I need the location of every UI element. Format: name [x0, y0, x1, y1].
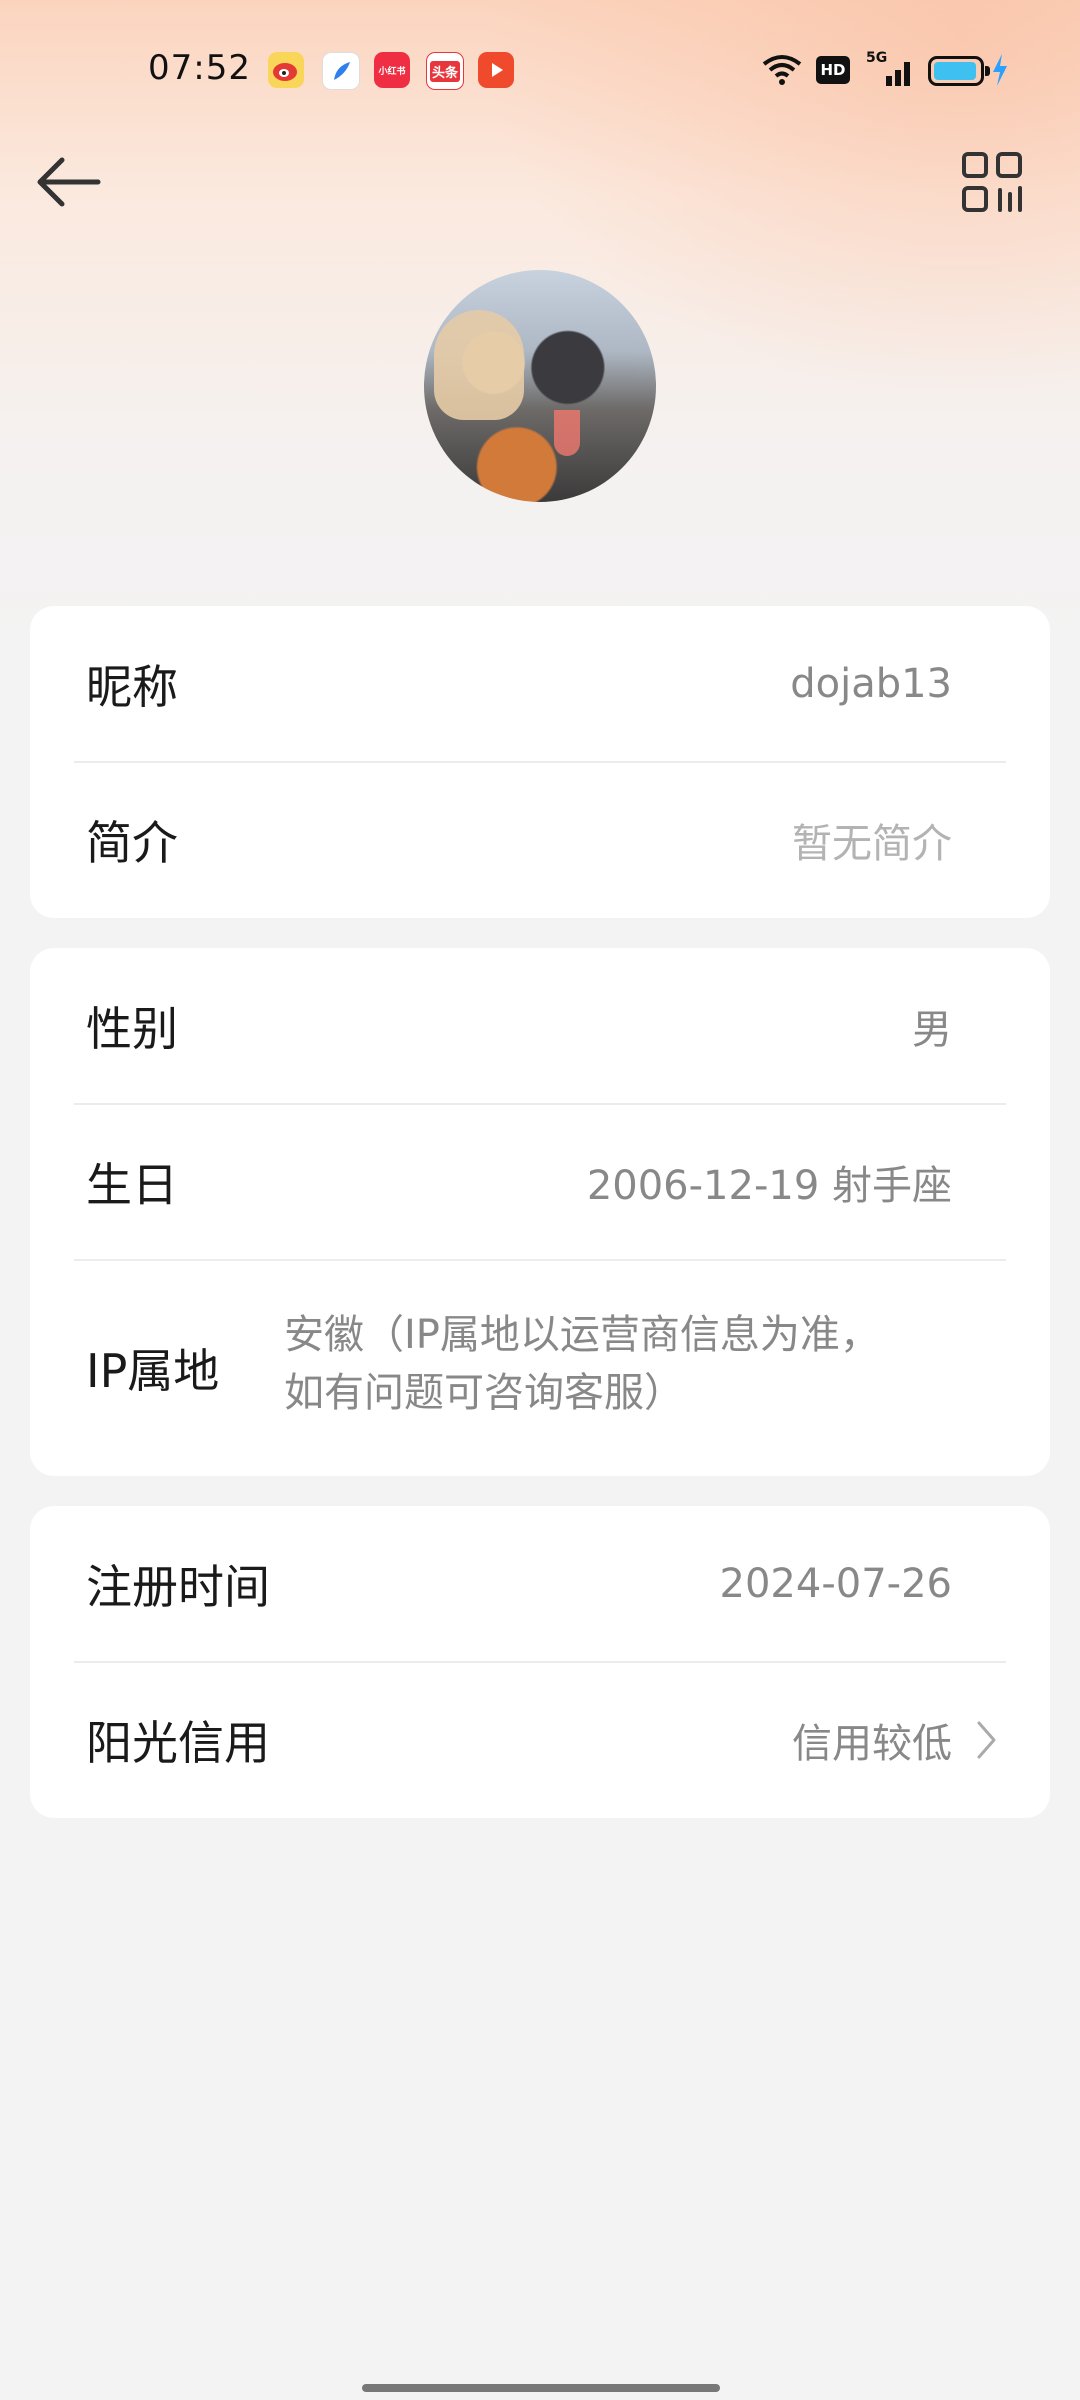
register-time-value: 2024-07-26 — [719, 1561, 952, 1607]
avatar[interactable] — [424, 270, 656, 502]
hd-icon: HD — [816, 56, 850, 84]
sunshine-credit-value: 信用较低 — [792, 1721, 952, 1767]
sunshine-credit-row[interactable]: 阳光信用 信用较低 — [30, 1662, 1050, 1818]
profile-card-basic: 昵称 dojab13 简介 暂无简介 — [30, 606, 1050, 918]
birthday-row[interactable]: 生日 2006-12-19 射手座 — [30, 1104, 1050, 1260]
nickname-value: dojab13 — [790, 661, 952, 707]
ip-location-label: IP属地 — [86, 1344, 220, 1398]
bio-value: 暂无简介 — [792, 821, 952, 867]
gender-row[interactable]: 性别 男 — [30, 948, 1050, 1104]
gender-label: 性别 — [86, 1002, 178, 1056]
network-type: 5G — [866, 50, 888, 66]
wifi-icon — [762, 55, 802, 85]
feather-app-icon — [322, 52, 360, 90]
gender-value: 男 — [912, 1007, 952, 1053]
xiaohongshu-icon: 小红书 — [374, 52, 410, 88]
chevron-right-icon — [977, 1721, 996, 1759]
xiaohongshu-text: 小红书 — [378, 66, 406, 77]
profile-card-account: 注册时间 2024-07-26 阳光信用 信用较低 — [30, 1506, 1050, 1818]
hd-text: HD — [820, 61, 846, 79]
status-time: 07:52 — [148, 48, 251, 88]
home-indicator[interactable] — [362, 2384, 720, 2392]
qr-code-icon — [962, 152, 1022, 212]
sunshine-credit-label: 阳光信用 — [86, 1716, 270, 1770]
charging-bolt-icon — [993, 54, 1007, 86]
bio-label: 简介 — [86, 816, 178, 870]
nickname-label: 昵称 — [86, 660, 178, 714]
register-time-label: 注册时间 — [86, 1560, 270, 1614]
video-play-icon — [478, 52, 514, 88]
avatar-photo-detail — [434, 310, 524, 420]
ip-location-value: 安徽（IP属地以运营商信息为准， 如有问题可咨询客服） — [284, 1306, 964, 1422]
battery-icon — [928, 56, 990, 86]
status-bar: 07:52 小红书 头条 HD 5G — [0, 0, 1080, 140]
cellular-signal-icon: 5G — [864, 50, 914, 90]
toutiao-text: 头条 — [429, 60, 460, 82]
nickname-row[interactable]: 昵称 dojab13 — [30, 606, 1050, 762]
toutiao-icon: 头条 — [426, 52, 464, 90]
avatar-photo-detail — [554, 410, 580, 456]
weibo-icon — [268, 52, 304, 88]
ip-location-value-line2: 如有问题可咨询客服） — [284, 1370, 684, 1416]
bio-row[interactable]: 简介 暂无简介 — [30, 762, 1050, 918]
ip-location-row: IP属地 安徽（IP属地以运营商信息为准， 如有问题可咨询客服） — [30, 1260, 1050, 1476]
qr-code-button[interactable] — [960, 150, 1024, 214]
birthday-value: 2006-12-19 射手座 — [586, 1163, 952, 1209]
arrow-left-icon — [37, 157, 101, 207]
register-time-row: 注册时间 2024-07-26 — [30, 1506, 1050, 1662]
profile-card-details: 性别 男 生日 2006-12-19 射手座 IP属地 安徽（IP属地以运营商信… — [30, 948, 1050, 1476]
ip-location-value-line1: 安徽（IP属地以运营商信息为准， — [284, 1312, 880, 1358]
back-button[interactable] — [34, 150, 106, 214]
birthday-label: 生日 — [86, 1158, 178, 1212]
